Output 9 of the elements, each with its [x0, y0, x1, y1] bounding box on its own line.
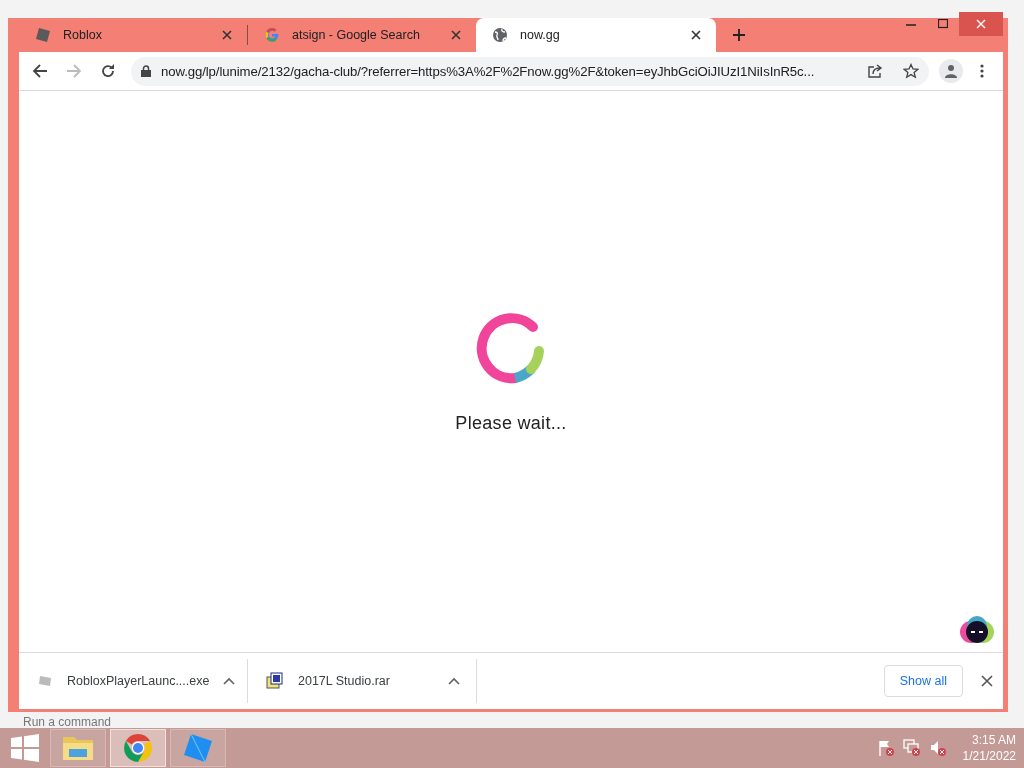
loading-message: Please wait... [455, 413, 567, 434]
browser-tab[interactable]: now.gg [476, 18, 716, 52]
browser-tab[interactable]: Roblox [19, 18, 247, 52]
download-filename[interactable]: RobloxPlayerLaunc....exe [67, 674, 210, 688]
download-filename[interactable]: 2017L Studio.rar [298, 674, 434, 688]
show-all-button[interactable]: Show all [883, 665, 963, 697]
address-bar[interactable]: now.gg/lp/lunime/2132/gacha-club/?referrer=https%3A%2F%2Fnow.gg%2F&token=eyJhbGciOiJIUzI1NiIsInR5c... [131, 56, 929, 86]
command-text: Run a command [23, 715, 112, 728]
browser-tab[interactable]: atsign - Google Search [248, 18, 476, 52]
